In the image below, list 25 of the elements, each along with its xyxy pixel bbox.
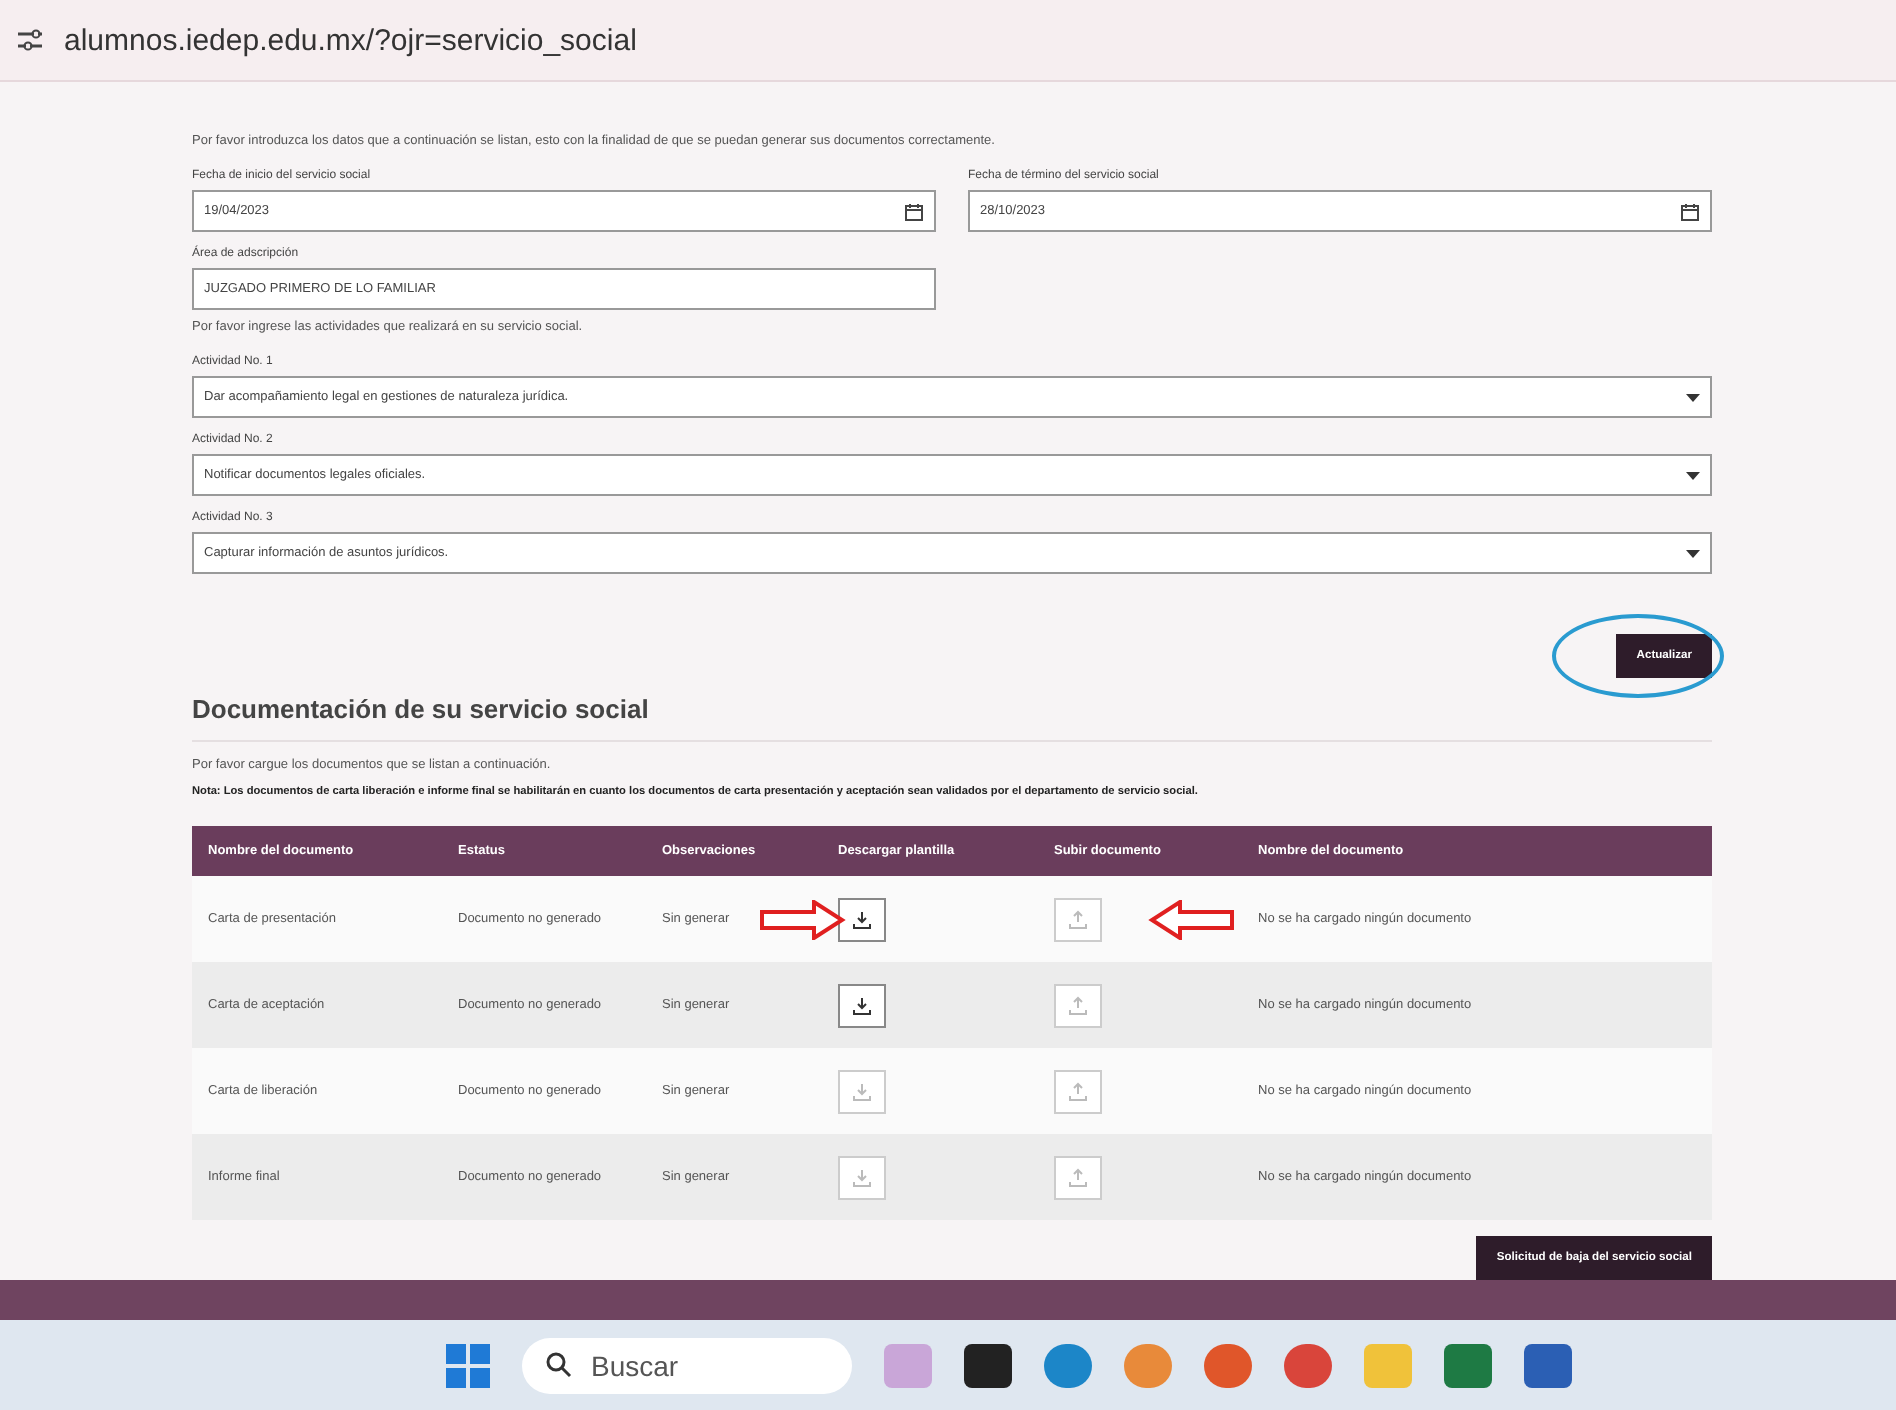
upload-icon bbox=[1068, 1167, 1088, 1187]
app-icon[interactable] bbox=[963, 1343, 1011, 1387]
search-placeholder: Buscar bbox=[591, 1349, 679, 1381]
upload-icon bbox=[1068, 909, 1088, 929]
download-icon bbox=[852, 1167, 872, 1187]
caret-icon bbox=[1686, 393, 1700, 401]
download-icon bbox=[852, 995, 872, 1015]
section-title: Documentación de su servicio social bbox=[192, 694, 1712, 742]
taskbar-search-field[interactable]: Buscar bbox=[521, 1337, 851, 1393]
download-button[interactable] bbox=[838, 983, 886, 1027]
calendar-icon[interactable] bbox=[904, 201, 924, 221]
caret-icon bbox=[1686, 471, 1700, 479]
arrow-drawing bbox=[1148, 900, 1236, 940]
start-icon[interactable] bbox=[445, 1343, 489, 1387]
download-icon bbox=[852, 909, 872, 929]
download-icon bbox=[852, 1081, 872, 1101]
download-button[interactable] bbox=[838, 897, 886, 941]
upload-icon bbox=[1068, 1081, 1088, 1101]
search-icon bbox=[545, 1352, 571, 1378]
address-bar-url[interactable]: alumnos.iedep.edu.mx/?ojr=servicio_social bbox=[64, 23, 637, 57]
site-settings-icon[interactable] bbox=[16, 28, 44, 52]
caret-icon bbox=[1686, 549, 1700, 557]
arrow-drawing bbox=[758, 900, 846, 940]
calendar-icon[interactable] bbox=[1680, 201, 1700, 221]
upload-icon bbox=[1068, 995, 1088, 1015]
